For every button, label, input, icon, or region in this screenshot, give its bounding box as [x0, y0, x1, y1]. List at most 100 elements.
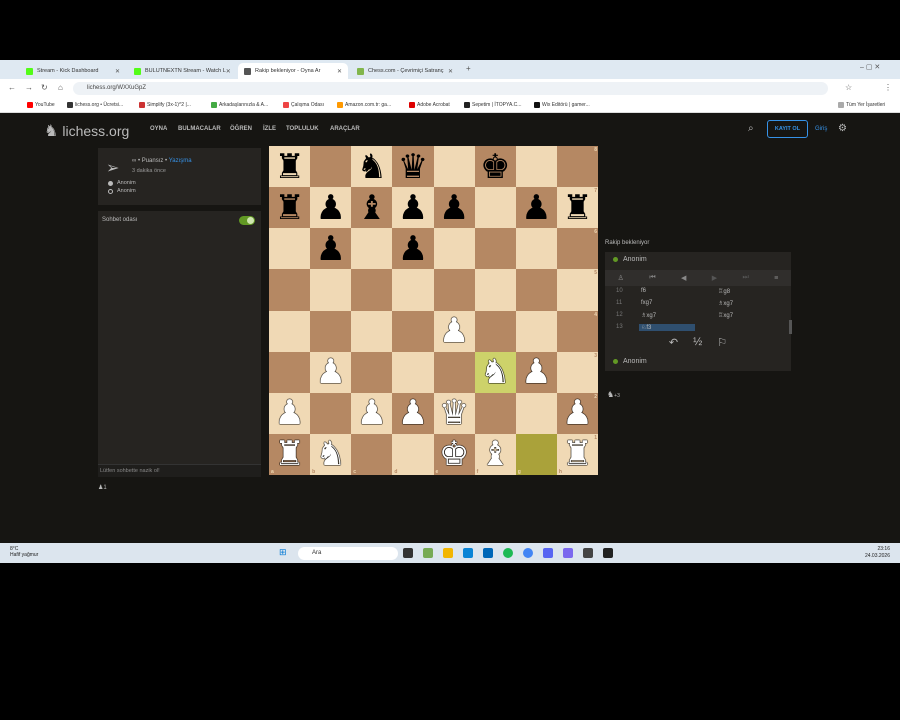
black-rook-piece[interactable]: ♜	[274, 150, 304, 184]
obs-icon[interactable]	[603, 548, 613, 558]
bookmark-item[interactable]: Amazon.com.tr: ga...	[337, 102, 391, 108]
square-f7[interactable]	[474, 187, 516, 229]
white-knight-piece[interactable]: ♞	[315, 437, 345, 471]
square-h8[interactable]: 8	[556, 146, 598, 188]
close-icon[interactable]: ✕	[115, 68, 120, 75]
square-e1[interactable]: ♚ e	[433, 433, 475, 475]
square-h1[interactable]: ♜ 1 h	[556, 433, 598, 475]
white-pawn-piece[interactable]: ♟	[562, 396, 592, 430]
black-pawn-piece[interactable]: ♟	[439, 191, 469, 225]
nav-tools[interactable]: ARAÇLAR	[330, 126, 360, 132]
browser-tab[interactable]: Stream - Kick Dashboard ✕	[20, 63, 126, 79]
menu-icon[interactable]: ⋮	[884, 83, 892, 92]
square-g4[interactable]	[515, 310, 557, 352]
bookmark-item[interactable]: YouTube	[27, 102, 55, 108]
game-variant-link[interactable]: Yazışma	[169, 158, 192, 164]
chrome-icon[interactable]	[523, 548, 533, 558]
black-king-piece[interactable]: ♚	[480, 150, 510, 184]
square-b7[interactable]: ♟	[310, 187, 352, 229]
white-move[interactable]: fxg7	[641, 300, 652, 306]
nav-watch[interactable]: İZLE	[263, 126, 276, 132]
square-h3[interactable]: 3	[556, 351, 598, 393]
nav-community[interactable]: TOPLULUK	[286, 126, 319, 132]
square-c5[interactable]	[351, 269, 393, 311]
bookmark-item[interactable]: Wix Editörü | gamer...	[534, 102, 590, 108]
square-b8[interactable]	[310, 146, 352, 188]
black-pawn-piece[interactable]: ♟	[315, 232, 345, 266]
forward-icon[interactable]: →	[25, 83, 33, 92]
square-a1[interactable]: ♜ a	[269, 433, 311, 475]
square-c8[interactable]: ♞	[351, 146, 393, 188]
black-rook-piece[interactable]: ♜	[274, 191, 304, 225]
square-f5[interactable]	[474, 269, 516, 311]
app-icon[interactable]	[423, 548, 433, 558]
scrollbar[interactable]	[789, 320, 792, 334]
resign-flag-icon[interactable]: ⚐	[717, 336, 727, 349]
clock[interactable]: 23:16 24.03.2026	[865, 546, 890, 560]
square-f6[interactable]	[474, 228, 516, 270]
square-g8[interactable]	[515, 146, 557, 188]
last-move-icon[interactable]: ⏭	[742, 274, 748, 282]
white-knight-piece[interactable]: ♞	[480, 355, 510, 389]
square-d2[interactable]: ♟	[392, 392, 434, 434]
spotify-icon[interactable]	[503, 548, 513, 558]
search-icon[interactable]: ⌕	[748, 123, 754, 134]
discord-icon[interactable]	[543, 548, 553, 558]
black-move[interactable]: ♖g8	[718, 288, 730, 295]
white-king-piece[interactable]: ♚	[439, 437, 469, 471]
star-icon[interactable]: ☆	[845, 83, 852, 92]
prev-move-icon[interactable]: ◀	[681, 274, 686, 282]
black-pawn-piece[interactable]: ♟	[398, 191, 428, 225]
url-input[interactable]: lichess.org/WXXuGpZ	[73, 82, 828, 95]
browser-tab-active[interactable]: Rakip bekleniyor - Oyna Ar ✕	[238, 63, 348, 79]
square-g5[interactable]	[515, 269, 557, 311]
board-icon[interactable]: ♙	[618, 274, 624, 282]
square-a4[interactable]	[269, 310, 311, 352]
black-move[interactable]: ♖xg7	[718, 312, 733, 319]
white-pawn-piece[interactable]: ♟	[398, 396, 428, 430]
square-a6[interactable]	[269, 228, 311, 270]
square-d1[interactable]: d	[392, 433, 434, 475]
square-d6[interactable]: ♟	[392, 228, 434, 270]
app-icon[interactable]	[563, 548, 573, 558]
reload-icon[interactable]: ↻	[41, 83, 48, 92]
square-a5[interactable]	[269, 269, 311, 311]
square-c6[interactable]	[351, 228, 393, 270]
gear-icon[interactable]: ⚙	[838, 123, 847, 134]
white-pawn-piece[interactable]: ♟	[274, 396, 304, 430]
white-pawn-piece[interactable]: ♟	[521, 355, 551, 389]
square-d7[interactable]: ♟	[392, 187, 434, 229]
white-bishop-piece[interactable]: ♝	[480, 437, 510, 471]
square-c3[interactable]	[351, 351, 393, 393]
square-f3[interactable]: ♞	[474, 351, 516, 393]
start-icon[interactable]: ⊞	[279, 547, 287, 558]
back-icon[interactable]: ←	[8, 83, 16, 92]
bookmark-item[interactable]: Çalışma Odası	[283, 102, 324, 108]
square-c2[interactable]: ♟	[351, 392, 393, 434]
square-f8[interactable]: ♚	[474, 146, 516, 188]
square-e6[interactable]	[433, 228, 475, 270]
white-queen-piece[interactable]: ♛	[439, 396, 469, 430]
square-c1[interactable]: c	[351, 433, 393, 475]
square-g2[interactable]	[515, 392, 557, 434]
square-f2[interactable]	[474, 392, 516, 434]
black-pawn-piece[interactable]: ♟	[521, 191, 551, 225]
white-pawn-piece[interactable]: ♟	[439, 314, 469, 348]
square-h4[interactable]: 4	[556, 310, 598, 352]
square-h7[interactable]: ♜ 7	[556, 187, 598, 229]
square-e8[interactable]	[433, 146, 475, 188]
white-move[interactable]: f6	[641, 288, 646, 294]
bookmark-item[interactable]: Arkadaşlarınızla & A...	[211, 102, 268, 108]
login-link[interactable]: Giriş	[815, 126, 827, 132]
nav-puzzles[interactable]: BULMACALAR	[178, 126, 221, 132]
first-move-icon[interactable]: ⏮	[649, 274, 655, 282]
square-e5[interactable]	[433, 269, 475, 311]
all-bookmarks[interactable]: Tüm Yer İşaretleri	[838, 102, 885, 108]
new-tab-icon[interactable]: +	[466, 64, 471, 73]
square-d8[interactable]: ♛	[392, 146, 434, 188]
black-rook-piece[interactable]: ♜	[562, 191, 592, 225]
window-controls[interactable]: – ▢ ✕	[860, 63, 880, 71]
square-g6[interactable]	[515, 228, 557, 270]
square-g3[interactable]: ♟	[515, 351, 557, 393]
square-e3[interactable]	[433, 351, 475, 393]
